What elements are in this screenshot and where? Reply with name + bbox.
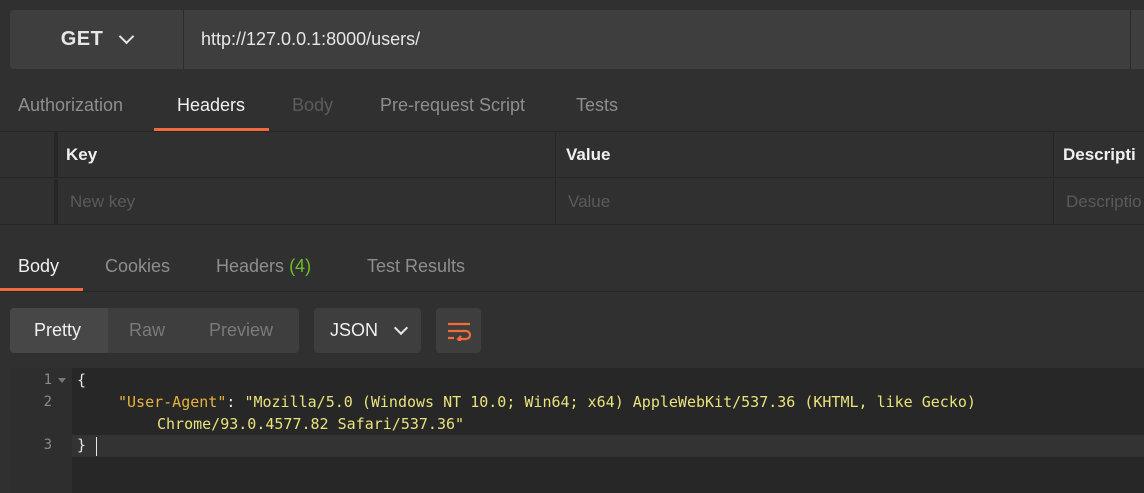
wrap-lines-icon [447,322,471,341]
request-tabs: Authorization Headers Body Pre-request S… [0,80,1144,131]
table-row: New key Value Descriptio [0,179,1144,225]
chevron-down-icon [119,28,135,45]
active-line-highlight [72,435,1144,457]
response-body-editor[interactable]: 1 2 3 { "User-Agent": "Mozilla/5.0 (Wind… [10,368,1144,493]
url-input[interactable]: http://127.0.0.1:8000/users/ [184,10,1130,69]
text-cursor [96,437,97,456]
format-toggle-group: Pretty Raw Preview [10,308,299,353]
tab-headers[interactable]: Headers [177,80,245,131]
table-header-row: Key Value Descripti [0,132,1144,178]
tab-pre-request-script[interactable]: Pre-request Script [380,80,525,131]
line-number-gutter: 1 2 3 [10,368,72,493]
fold-arrow-icon[interactable] [58,378,66,383]
checkbox-column-header [0,132,58,178]
active-response-tab-indicator [0,288,83,291]
description-input[interactable]: Descriptio [1054,179,1144,225]
column-header-value: Value [556,132,1054,178]
json-string-value: "Mozilla/5.0 (Windows NT 10.0; Win64; x6… [244,393,976,411]
tab-response-body[interactable]: Body [18,241,59,292]
tab-authorization[interactable]: Authorization [18,80,123,131]
tab-cookies[interactable]: Cookies [105,241,170,292]
method-select[interactable]: GET [10,10,184,69]
code-line-2-wrapped: Chrome/93.0.4577.82 Safari/537.36" [157,415,465,433]
language-select-label: JSON [330,320,379,340]
format-preview-button[interactable]: Preview [209,308,273,353]
line-number: 3 [43,437,52,453]
headers-count-badge: (4) [289,256,312,276]
format-pretty-button[interactable]: Pretty [34,308,81,353]
tab-response-headers[interactable]: Headers (4) [216,241,311,292]
url-bar-end [1130,10,1144,69]
column-header-description: Descripti [1063,145,1136,164]
code-line-2: "User-Agent": "Mozilla/5.0 (Windows NT 1… [118,393,976,411]
tab-body[interactable]: Body [292,80,333,131]
response-tabs: Body Cookies Headers (4) Test Results [0,241,1144,292]
code-line-3: } [77,436,87,454]
request-bar: GET http://127.0.0.1:8000/users/ [10,10,1144,69]
new-key-input[interactable]: New key [58,179,556,225]
headers-table: Key Value Descripti New key Value Descri… [0,131,1144,225]
wrap-lines-button[interactable] [436,308,481,353]
format-raw-button[interactable]: Raw [129,308,165,353]
row-checkbox-cell [0,179,58,225]
code-line-1: { [77,371,87,389]
column-header-key: Key [58,132,556,178]
chevron-down-icon [393,320,409,335]
json-key: "User-Agent" [118,393,227,411]
line-number: 2 [43,394,52,410]
line-number: 1 [43,372,52,388]
value-input[interactable]: Value [556,179,1054,225]
json-separator: : [226,393,245,411]
method-label: GET [60,28,104,50]
language-select[interactable]: JSON [314,308,421,353]
tab-response-headers-label: Headers [216,256,285,276]
tab-test-results[interactable]: Test Results [367,241,465,292]
tab-tests[interactable]: Tests [576,80,618,131]
